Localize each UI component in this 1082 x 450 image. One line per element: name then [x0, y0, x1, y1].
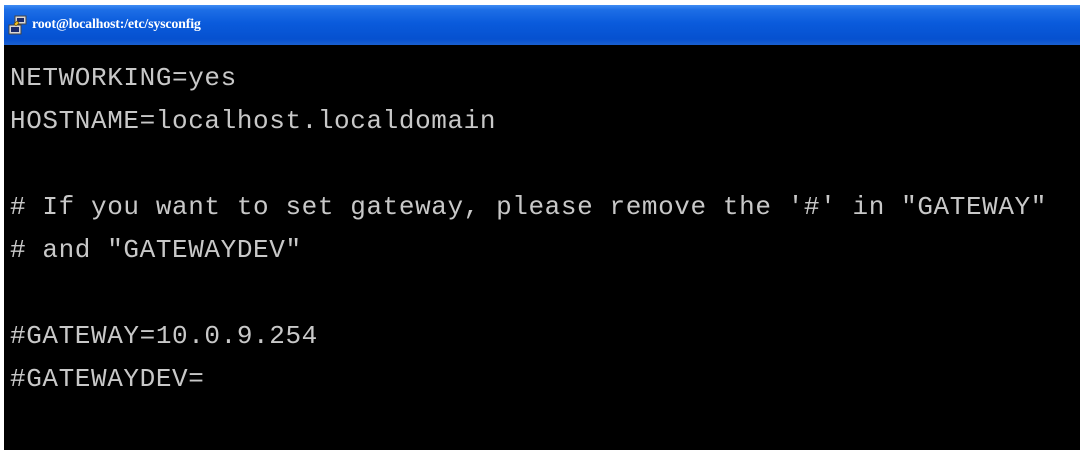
window-title: root@localhost:/etc/sysconfig: [32, 17, 201, 32]
terminal-window: root@localhost:/etc/sysconfig NETWORKING…: [4, 5, 1080, 450]
terminal-line: # If you want to set gateway, please rem…: [10, 192, 1047, 222]
putty-terminal-icon[interactable]: [7, 12, 29, 38]
terminal-line: #GATEWAY=10.0.9.254: [10, 321, 318, 351]
terminal-line: NETWORKING=yes: [10, 63, 237, 93]
window-titlebar[interactable]: root@localhost:/etc/sysconfig: [4, 5, 1080, 45]
terminal-line: # and "GATEWAYDEV": [10, 235, 302, 265]
terminal-line: HOSTNAME=localhost.localdomain: [10, 106, 497, 136]
terminal-content[interactable]: NETWORKING=yes HOSTNAME=localhost.locald…: [4, 45, 1080, 450]
terminal-line: #GATEWAYDEV=: [10, 364, 205, 394]
